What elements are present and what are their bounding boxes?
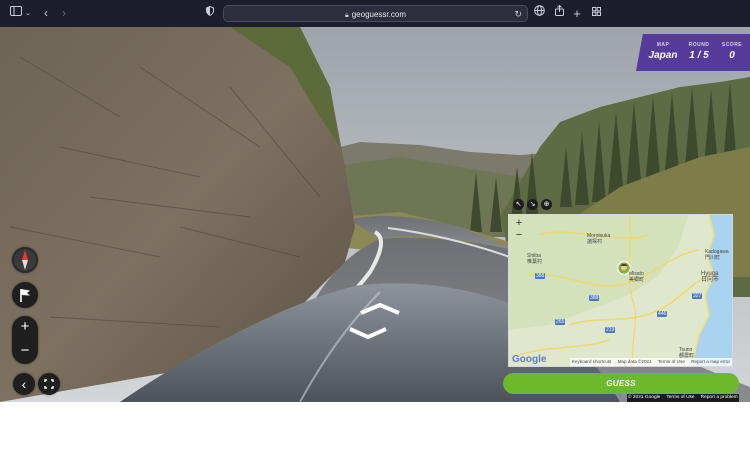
return-to-start-button[interactable] bbox=[12, 282, 38, 308]
map-expand-button[interactable]: ↖ bbox=[513, 199, 524, 210]
zoom-out-button[interactable]: − bbox=[12, 340, 38, 364]
terms-link[interactable]: Terms of Use bbox=[666, 395, 694, 400]
reload-icon[interactable]: ↻ bbox=[514, 6, 522, 23]
attribution-bar: © 2021 Google Terms of Use Report a proble… bbox=[627, 394, 739, 402]
round-status: ROUND 1 / 5 bbox=[684, 42, 714, 61]
route-badge: 388 bbox=[589, 295, 600, 301]
route-badge: 446 bbox=[657, 311, 668, 317]
map-shrink-button[interactable]: ↘ bbox=[527, 199, 538, 210]
chevron-left-icon: ‹ bbox=[21, 376, 27, 392]
map-label-shiiba: Shiiba 椎葉村 bbox=[527, 253, 542, 265]
map-status: MAP Japan bbox=[648, 42, 678, 61]
flag-icon bbox=[20, 289, 30, 302]
map-label-morotsuka-kanji: 諸塚村 bbox=[587, 239, 603, 245]
compass-icon bbox=[14, 249, 36, 271]
sidebar-toggle-icon[interactable] bbox=[10, 0, 22, 27]
collapse-button[interactable]: ‹ bbox=[13, 373, 35, 395]
round-status-label: ROUND bbox=[688, 42, 710, 48]
address-bar[interactable]: 🔒︎ geoguessr.com ↻ bbox=[223, 5, 528, 22]
map-label-hyuga-kanji: 日向市 bbox=[701, 277, 720, 283]
url-text: geoguessr.com bbox=[351, 10, 406, 19]
guess-map[interactable]: + − Morotsuka 諸塚村 Shiiba 椎葉村 Misato 美郷町 … bbox=[508, 214, 733, 367]
report-map-error-link[interactable]: Report a map error bbox=[691, 359, 730, 364]
arrow-up-left-icon: ↖ bbox=[515, 201, 522, 208]
map-status-label: MAP bbox=[656, 42, 670, 48]
score-status: SCORE 0 bbox=[718, 42, 746, 61]
map-label-shiiba-kanji: 椎葉村 bbox=[527, 259, 543, 265]
report-problem-link[interactable]: Report a problem bbox=[701, 395, 738, 400]
map-footer: Keyboard shortcuts Map data ©2021 Terms … bbox=[569, 358, 732, 366]
forward-icon[interactable]: › bbox=[59, 0, 69, 27]
map-zoom-in-button[interactable]: + bbox=[513, 218, 525, 229]
arrow-down-right-icon: ↘ bbox=[529, 201, 536, 208]
route-badge: 388 bbox=[535, 273, 546, 279]
score-status-label: SCORE bbox=[721, 42, 743, 48]
map-label-misato-kanji: 美郷町 bbox=[629, 277, 645, 283]
guess-button[interactable]: GUESS bbox=[503, 373, 739, 394]
compass-button[interactable] bbox=[12, 247, 38, 273]
map-label-kadogawa-kanji: 門川町 bbox=[705, 255, 721, 261]
zoom-controls: + − bbox=[12, 316, 38, 364]
pin-icon: ⊕ bbox=[543, 201, 550, 208]
map-pin-button[interactable]: ⊕ bbox=[541, 199, 552, 210]
keyboard-shortcuts-link[interactable]: Keyboard shortcuts bbox=[572, 359, 612, 364]
map-label-morotsuka: Morotsuka 諸塚村 bbox=[587, 233, 610, 245]
route-badge: 265 bbox=[555, 319, 566, 325]
tab-overview-icon[interactable] bbox=[591, 0, 602, 27]
chevron-down-icon[interactable]: ⌄ bbox=[24, 0, 32, 27]
privacy-shield-icon[interactable] bbox=[205, 0, 215, 27]
game-status-panel: MAP Japan ROUND 1 / 5 SCORE 0 bbox=[636, 34, 750, 71]
fullscreen-button[interactable] bbox=[38, 373, 60, 395]
map-status-value: Japan bbox=[648, 50, 678, 61]
map-data-text: Map data ©2021 bbox=[617, 359, 652, 364]
map-label-kadogawa: Kadogawa 門川町 bbox=[705, 249, 729, 261]
map-terrain bbox=[509, 215, 732, 366]
translate-icon[interactable] bbox=[533, 0, 545, 27]
browser-toolbar: ⌄ ‹ › 🔒︎ geoguessr.com ↻ + bbox=[0, 0, 750, 27]
map-label-hyuga: Hyuga 日向市 bbox=[701, 271, 719, 283]
map-terms-link[interactable]: Terms of Use bbox=[658, 359, 685, 364]
share-icon[interactable] bbox=[554, 0, 564, 27]
new-tab-icon[interactable]: + bbox=[572, 0, 582, 27]
map-label-misato: Misato 美郷町 bbox=[629, 271, 644, 283]
lock-icon: 🔒︎ bbox=[345, 12, 349, 19]
google-logo: Google bbox=[512, 354, 547, 365]
copyright-text: © 2021 Google bbox=[628, 395, 661, 400]
map-zoom-out-button[interactable]: − bbox=[513, 230, 525, 241]
back-icon[interactable]: ‹ bbox=[41, 0, 51, 27]
route-badge: 327 bbox=[692, 293, 703, 299]
avatar-marker-icon[interactable] bbox=[617, 261, 631, 275]
fullscreen-icon bbox=[44, 379, 54, 389]
round-status-value: 1 / 5 bbox=[689, 50, 709, 61]
score-status-value: 0 bbox=[729, 50, 735, 61]
route-badge: 219 bbox=[605, 327, 616, 333]
zoom-in-button[interactable]: + bbox=[12, 316, 38, 340]
